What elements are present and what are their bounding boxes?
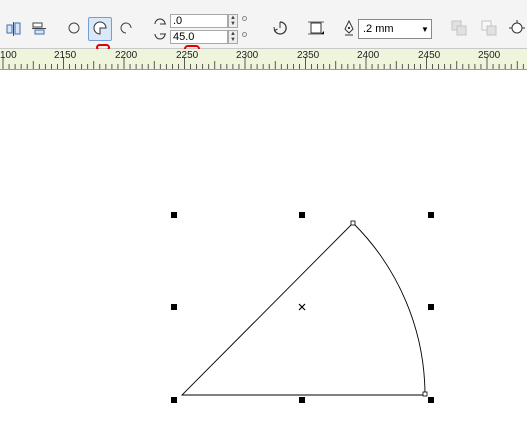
- outline-width-select[interactable]: .2 mm ▼: [358, 19, 432, 39]
- chevron-down-icon: ▼: [421, 24, 429, 34]
- start-angle-stepper[interactable]: ▲ ▼: [228, 14, 238, 28]
- outline-width-value: .2 mm: [363, 23, 394, 35]
- selection-handle-icon[interactable]: [299, 397, 305, 403]
- intersect-icon: [509, 19, 525, 39]
- selection-handle-icon[interactable]: [299, 212, 305, 218]
- selection-handle-icon[interactable]: [171, 212, 177, 218]
- arc-icon: [119, 21, 133, 38]
- radio-dot-bottom[interactable]: [242, 32, 247, 37]
- weld-icon: [451, 20, 467, 39]
- ruler-ticks: [2, 57, 524, 69]
- start-angle-value: .0: [173, 15, 183, 27]
- pie-shape[interactable]: [0, 70, 527, 437]
- start-angle-field[interactable]: .0: [170, 14, 228, 28]
- selection-handle-icon[interactable]: [171, 397, 177, 403]
- ruler-label: 2250: [176, 50, 199, 61]
- ruler-label: 2300: [236, 50, 259, 61]
- center-marker-icon: [298, 303, 306, 311]
- clockwise-direction-icon: [272, 20, 288, 39]
- angle-node-end: [422, 391, 428, 397]
- selection-handle-icon[interactable]: [428, 304, 434, 310]
- ruler-label: 2500: [478, 50, 501, 61]
- outline-pen-button[interactable]: [338, 18, 360, 40]
- ruler-label: 2400: [357, 50, 380, 61]
- ruler-label: 2450: [418, 50, 441, 61]
- arc-button[interactable]: [115, 18, 137, 40]
- horizontal-ruler[interactable]: 100 2150 2200 2250 2300 2350 2400 2450 2…: [0, 49, 527, 70]
- text-wrap-icon: [307, 20, 325, 39]
- weld-button[interactable]: [448, 18, 470, 40]
- angle-node-start: [350, 220, 356, 226]
- end-angle-field[interactable]: 45.0: [170, 30, 228, 44]
- ruler-label: 2200: [115, 50, 138, 61]
- start-angle-icon: [153, 15, 167, 30]
- ellipse-icon: [67, 21, 81, 38]
- ruler-label: 2350: [297, 50, 320, 61]
- radio-dot-top[interactable]: [242, 16, 247, 21]
- ellipse-button[interactable]: [63, 18, 85, 40]
- pie-icon: [92, 20, 108, 39]
- end-angle-stepper[interactable]: ▲ ▼: [228, 30, 238, 44]
- drawing-canvas[interactable]: [0, 70, 527, 437]
- trim-icon: [481, 20, 497, 39]
- end-angle-icon: [153, 31, 167, 46]
- end-angle-value: 45.0: [173, 31, 195, 43]
- wrap-icon[interactable]: [28, 18, 50, 40]
- clockwise-direction-button[interactable]: [269, 18, 291, 40]
- pen-nib-icon: [343, 19, 355, 39]
- selection-handle-icon[interactable]: [428, 212, 434, 218]
- trim-button[interactable]: [478, 18, 500, 40]
- ruler-label: 100: [0, 50, 17, 61]
- selection-handle-icon[interactable]: [171, 304, 177, 310]
- selection-handle-icon[interactable]: [428, 397, 434, 403]
- property-bar: .0 ▲ ▼ 45.0 ▲ ▼ .2 mm ▼: [0, 10, 527, 53]
- text-wrap-button[interactable]: [305, 18, 327, 40]
- align-icon[interactable]: [3, 18, 25, 40]
- pie-button[interactable]: [88, 17, 112, 41]
- ruler-label: 2150: [54, 50, 77, 61]
- intersect-button[interactable]: [506, 18, 527, 40]
